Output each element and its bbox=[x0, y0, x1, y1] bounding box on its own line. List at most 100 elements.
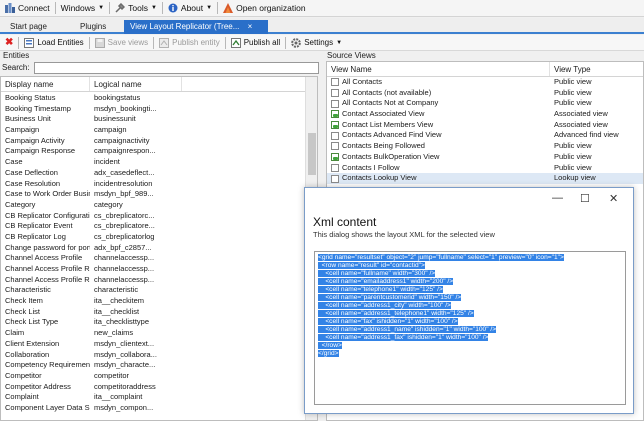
xml-line: <cell name="fullname" width="300" /> bbox=[318, 270, 622, 278]
close-plugin-button[interactable]: ✖ bbox=[2, 36, 16, 50]
settings-menu[interactable]: Settings ▼ bbox=[288, 36, 345, 50]
table-row[interactable]: Case Deflection adx_casedeflect... bbox=[1, 168, 303, 179]
tab-start-page[interactable]: Start page bbox=[4, 20, 53, 34]
table-row[interactable]: Claim new_claims bbox=[1, 328, 303, 339]
logical-name-cell: msdyn_collabora... bbox=[94, 349, 157, 359]
tab-view-layout-replicator[interactable]: View Layout Replicator (Tree... × bbox=[124, 20, 268, 34]
table-row[interactable]: Client Extension msdyn_clientext... bbox=[1, 339, 303, 350]
publish-all-button[interactable]: Publish all bbox=[228, 36, 283, 50]
table-row[interactable]: Category category bbox=[1, 200, 303, 211]
connect-label: Connect bbox=[18, 3, 50, 13]
minimize-button[interactable]: — bbox=[552, 192, 563, 204]
separator bbox=[18, 36, 20, 49]
xml-line: <cell name="emailaddress1" width="200" /… bbox=[318, 278, 622, 286]
entities-grid[interactable]: Display name Logical name Booking Status… bbox=[0, 76, 318, 421]
view-name-label: All Contacts Not at Company bbox=[342, 98, 439, 108]
list-item[interactable]: Contacts BulkOperation View Public view bbox=[327, 152, 643, 163]
open-organization-button[interactable]: Open organization bbox=[220, 1, 308, 16]
save-views-button[interactable]: Save views bbox=[92, 36, 151, 50]
table-row[interactable]: Collaboration msdyn_collabora... bbox=[1, 350, 303, 361]
display-name-cell: Category bbox=[5, 199, 36, 209]
xml-line: <cell name="address1_fax" ishidden="1" w… bbox=[318, 334, 622, 342]
table-row[interactable]: Check Item ita__checkitem bbox=[1, 296, 303, 307]
list-item[interactable]: Contact List Members View Associated view bbox=[327, 120, 643, 131]
xml-textarea[interactable]: <grid name="resultset" object="2" jump="… bbox=[314, 251, 626, 405]
windows-menu[interactable]: Windows ▼ bbox=[58, 1, 107, 16]
separator bbox=[224, 36, 226, 49]
search-row: Search: bbox=[2, 61, 322, 74]
table-row[interactable]: Competency Requirement... msdyn_characte.… bbox=[1, 360, 303, 371]
entities-grid-header: Display name Logical name bbox=[1, 77, 317, 92]
logical-name-cell: msdyn_bookingti... bbox=[94, 103, 157, 113]
table-row[interactable]: CB Replicator Log cs_cbreplicatorlog bbox=[1, 232, 303, 243]
table-row[interactable]: Campaign campaign bbox=[1, 125, 303, 136]
list-item[interactable]: Contacts Advanced Find View Advanced find… bbox=[327, 130, 643, 141]
logical-name-cell: ita_checklisttype bbox=[94, 317, 150, 327]
close-dialog-button[interactable]: ✕ bbox=[609, 192, 618, 205]
table-row[interactable]: Channel Access Profile R... channelaccess… bbox=[1, 264, 303, 275]
load-entities-button[interactable]: Load Entities bbox=[21, 36, 86, 50]
table-row[interactable]: CB Replicator Configuration cs_cbreplicat… bbox=[1, 211, 303, 222]
table-row[interactable]: Channel Access Profile channelaccessp... bbox=[1, 253, 303, 264]
logical-name-cell: cs_cbreplicatore... bbox=[94, 221, 155, 231]
column-header-view-type[interactable]: View Type bbox=[550, 62, 630, 76]
view-icon bbox=[331, 78, 339, 87]
publish-all-label: Publish all bbox=[243, 38, 281, 47]
publish-entity-button[interactable]: Publish entity bbox=[156, 36, 223, 50]
tools-menu[interactable]: Tools ▼ bbox=[112, 1, 160, 16]
table-row[interactable]: Case to Work Order Busin... msdyn_bpf_989… bbox=[1, 189, 303, 200]
view-name-label: All Contacts bbox=[342, 77, 383, 86]
column-header-view-name[interactable]: View Name bbox=[327, 62, 550, 76]
table-row[interactable]: Competitor Address competitoraddress bbox=[1, 382, 303, 393]
table-row[interactable]: Characteristic characteristic bbox=[1, 285, 303, 296]
display-name-cell: Case Resolution bbox=[5, 178, 61, 188]
entities-rows: Booking Status bookingstatus Booking Times… bbox=[1, 93, 303, 414]
display-name-cell: Case bbox=[5, 157, 23, 167]
display-name-cell: Channel Access Profile R... bbox=[5, 274, 90, 284]
table-row[interactable]: Case incident bbox=[1, 157, 303, 168]
view-icon bbox=[331, 163, 339, 172]
list-item[interactable]: Contact Associated View Associated view bbox=[327, 109, 643, 120]
view-type-cell: Public view bbox=[554, 77, 592, 86]
xml-line-text: </row> bbox=[318, 342, 342, 349]
connect-button[interactable]: Connect bbox=[2, 1, 53, 16]
separator bbox=[217, 2, 219, 14]
view-name-cell: Contact List Members View bbox=[327, 120, 550, 131]
tab-plugins[interactable]: Plugins bbox=[74, 20, 112, 34]
about-menu[interactable]: About ▼ bbox=[165, 1, 215, 16]
list-item[interactable]: All Contacts (not available) Public view bbox=[327, 88, 643, 99]
view-name-label: Contact Associated View bbox=[342, 109, 425, 119]
table-row[interactable]: Component Layer Data S... msdyn_compon... bbox=[1, 403, 303, 414]
display-name-cell: Check Item bbox=[5, 296, 43, 306]
list-item[interactable]: All Contacts Not at Company Public view bbox=[327, 98, 643, 109]
table-row[interactable]: Check List Type ita_checklisttype bbox=[1, 317, 303, 328]
table-row[interactable]: Competitor competitor bbox=[1, 371, 303, 382]
table-row[interactable]: Booking Status bookingstatus bbox=[1, 93, 303, 104]
publish-entity-icon bbox=[159, 37, 170, 48]
scrollbar-thumb[interactable] bbox=[308, 133, 316, 175]
table-row[interactable]: Change password for port... adx_bpf_c2857… bbox=[1, 243, 303, 254]
xml-line: </row> bbox=[318, 342, 622, 350]
table-row[interactable]: Campaign Response campaignrespon... bbox=[1, 146, 303, 157]
list-item[interactable]: Contacts I Follow Public view bbox=[327, 163, 643, 174]
maximize-button[interactable]: ☐ bbox=[580, 192, 590, 205]
list-item[interactable]: All Contacts Public view bbox=[327, 77, 643, 88]
table-row[interactable]: Check List ita__checklist bbox=[1, 307, 303, 318]
list-item[interactable]: Contacts Being Followed Public view bbox=[327, 141, 643, 152]
xml-line-text: <cell name="address1_name" ishidden="1" … bbox=[318, 326, 497, 333]
close-icon[interactable]: × bbox=[248, 22, 253, 31]
table-row[interactable]: Campaign Activity campaignactivity bbox=[1, 136, 303, 147]
table-row[interactable]: Channel Access Profile R... channelaccess… bbox=[1, 275, 303, 286]
table-row[interactable]: Business Unit businessunit bbox=[1, 114, 303, 125]
display-name-cell: Complaint bbox=[5, 392, 39, 402]
list-item[interactable]: Contacts Lookup View Lookup view bbox=[327, 173, 643, 184]
column-header-display-name[interactable]: Display name bbox=[1, 77, 90, 91]
table-row[interactable]: Case Resolution incidentresolution bbox=[1, 179, 303, 190]
search-input[interactable] bbox=[33, 61, 319, 74]
table-row[interactable]: Complaint ita__complaint bbox=[1, 392, 303, 403]
column-header-logical-name[interactable]: Logical name bbox=[90, 77, 182, 91]
table-row[interactable]: Booking Timestamp msdyn_bookingti... bbox=[1, 104, 303, 115]
xml-line-text: <cell name="fax" ishidden="1" width="100… bbox=[318, 318, 458, 325]
table-row[interactable]: CB Replicator Event cs_cbreplicatore... bbox=[1, 221, 303, 232]
xml-line-text: <cell name="fullname" width="300" /> bbox=[318, 270, 436, 277]
